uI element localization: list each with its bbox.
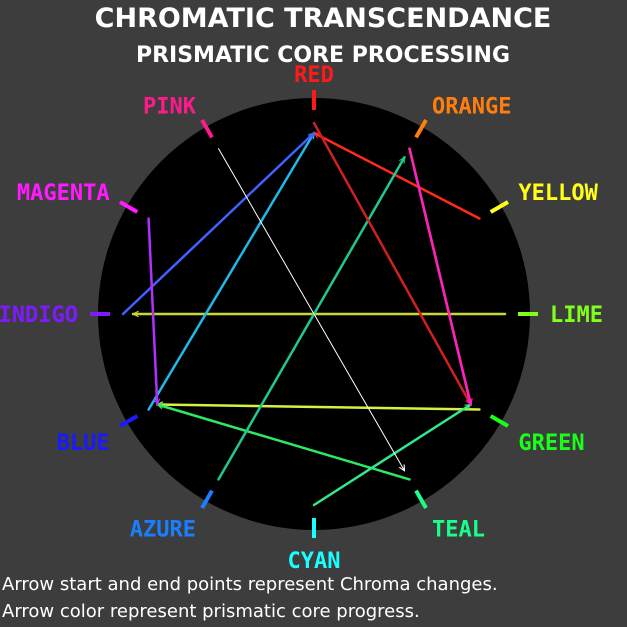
page-title: CHROMATIC TRANSCENDANCE: [95, 3, 552, 34]
label-blue: BLUE: [57, 431, 110, 456]
label-orange: ORANGE: [432, 95, 511, 120]
label-magenta: MAGENTA: [17, 181, 110, 206]
label-green: GREEN: [518, 431, 584, 456]
label-cyan: CYAN: [288, 549, 341, 574]
label-indigo: INDIGO: [0, 303, 78, 328]
caption-core-progress: Arrow color represent prismatic core pro…: [2, 601, 420, 622]
label-yellow: YELLOW: [518, 181, 598, 206]
chroma-diagram: CHROMATIC TRANSCENDANCE PRISMATIC CORE P…: [0, 3, 603, 574]
caption-chroma-changes: Arrow start and end points represent Chr…: [2, 574, 498, 595]
label-teal: TEAL: [432, 517, 485, 542]
label-lime: LIME: [550, 303, 603, 328]
label-red: RED: [294, 63, 334, 88]
label-pink: PINK: [143, 95, 197, 120]
label-azure: AZURE: [130, 517, 196, 542]
